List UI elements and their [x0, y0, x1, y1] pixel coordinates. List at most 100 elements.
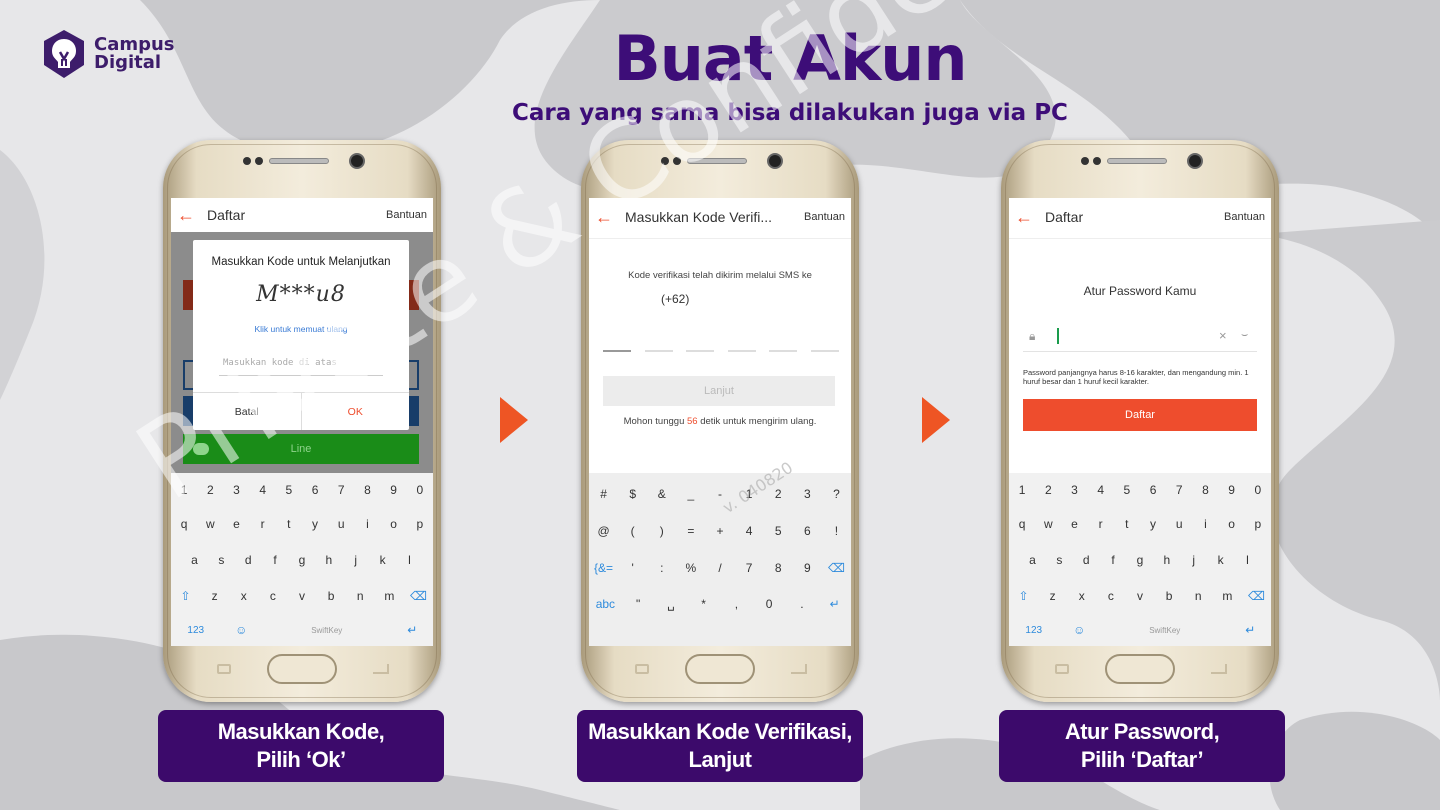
key[interactable]: x	[233, 589, 255, 603]
key[interactable]: m	[378, 589, 400, 603]
enter-icon[interactable]: ↵	[401, 623, 423, 637]
key[interactable]: h	[318, 553, 340, 567]
key[interactable]: x	[1071, 589, 1093, 603]
help-link[interactable]: Bantuan	[1224, 211, 1265, 223]
backspace-icon[interactable]: ⌫	[407, 589, 429, 603]
key[interactable]: o	[383, 517, 405, 531]
key[interactable]: 6	[304, 483, 326, 497]
key[interactable]: 4	[252, 483, 274, 497]
otp-digit[interactable]	[810, 350, 839, 352]
key[interactable]: z	[204, 589, 226, 603]
key[interactable]: ,	[725, 597, 747, 611]
key[interactable]: 2	[1037, 483, 1059, 497]
key[interactable]: %	[680, 561, 702, 575]
emoji-icon[interactable]: ☺	[230, 623, 252, 637]
clear-icon[interactable]: ×	[1219, 328, 1227, 343]
key[interactable]: u	[330, 517, 352, 531]
enter-icon[interactable]: ↵	[824, 597, 846, 611]
enter-icon[interactable]: ↵	[1239, 623, 1261, 637]
key[interactable]: 6	[796, 524, 818, 538]
key[interactable]: abc	[594, 597, 616, 611]
key[interactable]: 2	[199, 483, 221, 497]
key[interactable]: 7	[330, 483, 352, 497]
key[interactable]: q	[1011, 517, 1033, 531]
shift-icon[interactable]: ⇧	[1013, 589, 1035, 603]
otp-input[interactable]	[603, 350, 839, 352]
key[interactable]: g	[291, 553, 313, 567]
otp-digit[interactable]	[686, 350, 715, 352]
back-arrow-icon[interactable]: ←	[595, 207, 613, 228]
hide-password-icon[interactable]: ⌣	[1241, 329, 1248, 342]
key[interactable]: 0	[1247, 483, 1269, 497]
otp-digit[interactable]	[769, 350, 798, 352]
otp-digit[interactable]	[727, 350, 756, 352]
key[interactable]: 7	[738, 561, 760, 575]
emoji-icon[interactable]: ☺	[1068, 623, 1090, 637]
key[interactable]: w	[1037, 517, 1059, 531]
key[interactable]: j	[1183, 553, 1205, 567]
key[interactable]: 3	[225, 483, 247, 497]
key[interactable]: g	[1129, 553, 1151, 567]
register-button[interactable]: Daftar	[1023, 399, 1257, 431]
key[interactable]: *	[693, 597, 715, 611]
key[interactable]: )	[651, 524, 673, 538]
key[interactable]: 6	[1142, 483, 1164, 497]
key[interactable]: =	[680, 524, 702, 538]
key[interactable]: k	[372, 553, 394, 567]
key[interactable]: '	[622, 561, 644, 575]
key[interactable]: (	[622, 524, 644, 538]
key[interactable]: 5	[278, 483, 300, 497]
key[interactable]: u	[1168, 517, 1190, 531]
key[interactable]: l	[398, 553, 420, 567]
spacebar[interactable]: SwiftKey	[1110, 626, 1220, 635]
key[interactable]: 1	[173, 483, 195, 497]
key[interactable]: a	[1021, 553, 1043, 567]
key[interactable]: ?	[825, 487, 847, 501]
key[interactable]: #	[593, 487, 615, 501]
password-input[interactable]: 🔒︎ × ⌣	[1023, 322, 1257, 352]
key[interactable]: 8	[1194, 483, 1216, 497]
help-link[interactable]: Bantuan	[386, 209, 427, 221]
key[interactable]: y	[304, 517, 326, 531]
key[interactable]: o	[1221, 517, 1243, 531]
key[interactable]: v	[291, 589, 313, 603]
key[interactable]: 1	[1011, 483, 1033, 497]
key[interactable]: 9	[383, 483, 405, 497]
numbers-key[interactable]: 123	[181, 625, 211, 636]
key[interactable]: e	[1063, 517, 1085, 531]
key[interactable]: q	[173, 517, 195, 531]
key[interactable]: t	[1116, 517, 1138, 531]
key[interactable]: i	[356, 517, 378, 531]
line-button[interactable]: Line	[183, 434, 419, 464]
key[interactable]: f	[264, 553, 286, 567]
key[interactable]: f	[1102, 553, 1124, 567]
key[interactable]: 4	[738, 524, 760, 538]
key[interactable]: 0	[409, 483, 431, 497]
reload-link[interactable]: Klik untuk memuat ulang	[193, 324, 409, 334]
key[interactable]: s	[1048, 553, 1070, 567]
key[interactable]: l	[1236, 553, 1258, 567]
key[interactable]: s	[210, 553, 232, 567]
back-arrow-icon[interactable]: ←	[1015, 207, 1033, 228]
key[interactable]: 4	[1090, 483, 1112, 497]
key[interactable]: j	[345, 553, 367, 567]
key[interactable]: d	[237, 553, 259, 567]
key[interactable]: {&=	[593, 561, 615, 575]
key[interactable]: p	[409, 517, 431, 531]
key[interactable]: n	[349, 589, 371, 603]
key[interactable]: $	[622, 487, 644, 501]
key[interactable]: 5	[767, 524, 789, 538]
key[interactable]: c	[1100, 589, 1122, 603]
cancel-button[interactable]: Batal	[193, 393, 302, 430]
key[interactable]: h	[1156, 553, 1178, 567]
key[interactable]: t	[278, 517, 300, 531]
key[interactable]: v	[1129, 589, 1151, 603]
key[interactable]: "	[627, 597, 649, 611]
key[interactable]: 3	[1063, 483, 1085, 497]
key[interactable]: &	[651, 487, 673, 501]
ok-button[interactable]: OK	[302, 393, 410, 430]
key[interactable]: b	[320, 589, 342, 603]
key[interactable]: 5	[1116, 483, 1138, 497]
key[interactable]: 8	[767, 561, 789, 575]
shift-icon[interactable]: ⇧	[175, 589, 197, 603]
